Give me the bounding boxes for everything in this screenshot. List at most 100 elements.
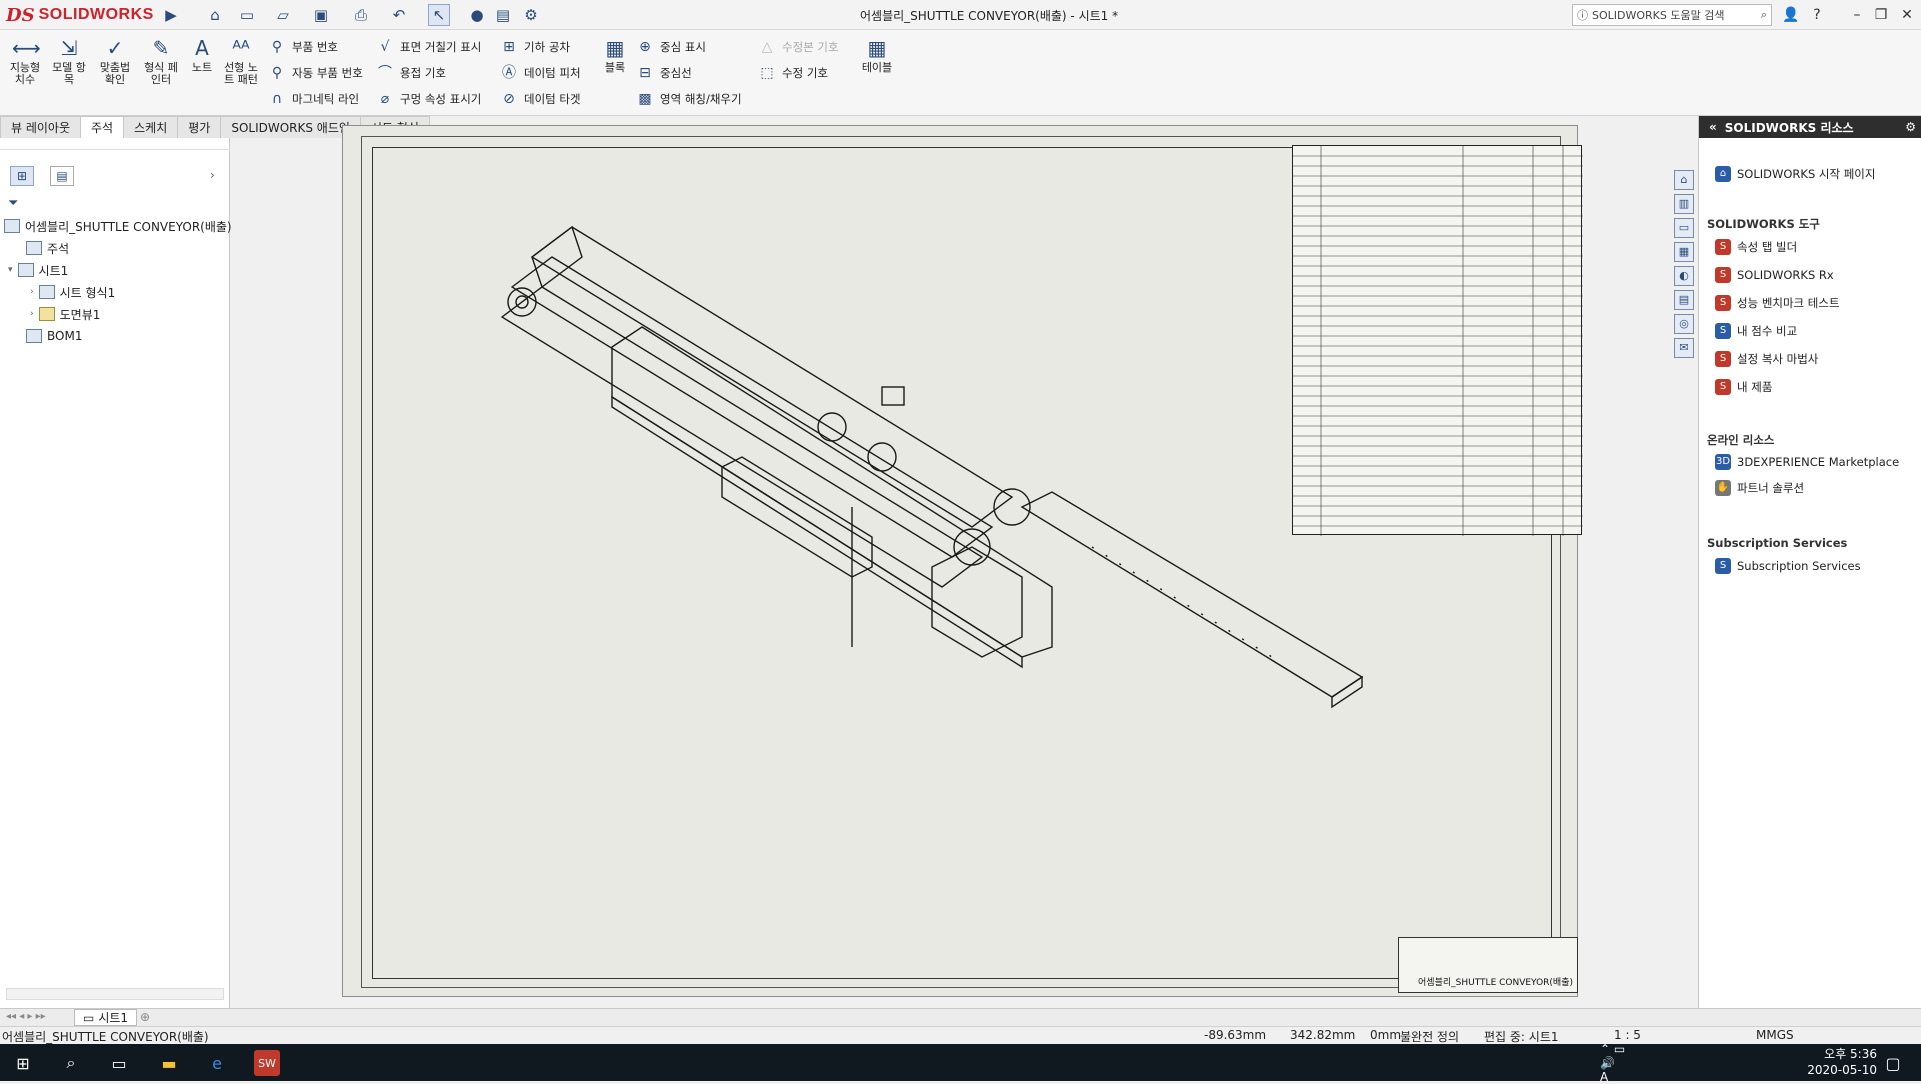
save-icon[interactable]: ▣ [310,4,332,26]
spell-check-button[interactable]: ✓ 맞춤법 확인 [94,34,136,106]
task-view-icon[interactable]: ▭ [106,1050,132,1076]
link-3dexperience-marketplace[interactable]: 3D 3DEXPERIENCE Marketplace [1715,452,1899,472]
weld-symbol-button[interactable]: ⌒ 용접 기호 [376,62,446,84]
tool-compare-score[interactable]: S 내 점수 비교 [1715,321,1797,341]
link-partner-solutions[interactable]: ✋ 파트너 솔루션 [1715,478,1804,498]
status-units[interactable]: MMGS [1756,1028,1794,1042]
chevron-right-icon[interactable]: › [210,168,215,182]
file-properties-icon[interactable]: ▤ [492,4,514,26]
tool-copy-settings[interactable]: S 설정 복사 마법사 [1715,349,1818,369]
windows-start-icon[interactable]: ⊞ [10,1050,36,1076]
tree-item-sheet-format[interactable]: › 시트 형식1 [30,282,115,302]
sheet-nav-arrows[interactable]: ◂◂ ◂ ▸ ▸▸ [6,1011,46,1022]
block-button[interactable]: ▦ 블록 [598,34,632,106]
minimize-icon[interactable]: – [1846,4,1868,26]
tab-addins[interactable]: SOLIDWORKS 애드인 [220,116,361,138]
select-icon[interactable]: ↖ [428,4,450,26]
internet-explorer-icon[interactable]: e [204,1050,230,1076]
solidworks-logo[interactable]: DS SOLIDWORKS [6,3,156,27]
pane-options-icon[interactable]: ⚙ [1905,120,1916,134]
close-icon[interactable]: ✕ [1896,4,1918,26]
smart-dimension-button[interactable]: ⟷ 지능형 치수 [4,34,46,106]
feature-manager-tab-icon[interactable]: ⊞ [10,166,34,186]
solidworks-forum-icon[interactable]: ◎ [1674,314,1694,334]
open-file-icon[interactable]: ▱ [272,4,294,26]
collapse-icon[interactable]: ▾ [8,265,13,275]
collapse-pane-icon[interactable]: « [1709,120,1717,134]
tree-item-sheet[interactable]: ▾ 시트1 [8,260,68,280]
datum-feature-button[interactable]: Ⓐ 데이텀 피처 [500,62,581,84]
tab-sketch[interactable]: 스케치 [123,116,179,138]
expand-icon[interactable]: › [30,309,34,319]
online-section-header[interactable]: 온라인 리소스 [1707,432,1774,448]
start-page-link[interactable]: ⌂ SOLIDWORKS 시작 페이지 [1715,164,1875,184]
link-subscription-services[interactable]: S Subscription Services [1715,556,1861,576]
title-block[interactable]: 어셈블리_SHUTTLE CONVEYOR(배출) [1398,937,1578,993]
tab-annotation[interactable]: 주석 [80,116,125,138]
file-explorer-icon[interactable]: ▭ [1674,218,1694,238]
horizontal-scrollbar[interactable] [6,988,224,1000]
view-palette-icon[interactable]: ▦ [1674,242,1694,262]
geometric-tolerance-button[interactable]: ⊞ 기하 공차 [500,36,570,58]
note-button[interactable]: A 노트 [184,34,220,106]
rebuild-icon[interactable]: ● [466,4,488,26]
property-manager-tab-icon[interactable]: ▤ [50,166,74,186]
datum-target-button[interactable]: ⊘ 데이텀 타겟 [500,88,580,110]
search-icon[interactable]: ⌕ [1761,8,1767,22]
auto-balloon-button[interactable]: ⚲ 자동 부품 번호 [268,62,363,84]
new-document-icon[interactable]: ▭ [236,4,258,26]
file-explorer-icon[interactable]: ▬ [156,1050,182,1076]
tree-item-drawing-view[interactable]: › 도면뷰1 [30,304,100,324]
table-button[interactable]: ▦ 테이블 [856,34,898,106]
tool-my-products[interactable]: S 내 제품 [1715,377,1772,397]
magnetic-line-button[interactable]: ∩ 마그네틱 라인 [268,88,359,110]
design-library-icon[interactable]: ▥ [1674,194,1694,214]
center-mark-button[interactable]: ⊕ 중심 표시 [636,36,706,58]
subscription-section-header[interactable]: Subscription Services [1707,536,1847,550]
restore-icon[interactable]: ❐ [1870,4,1892,26]
sheet-tab[interactable]: ▭ 시트1 [74,1009,138,1026]
undo-icon[interactable]: ↶ [388,4,410,26]
custom-properties-icon[interactable]: ▤ [1674,290,1694,310]
tree-item-bom[interactable]: BOM1 [26,326,82,346]
status-scale[interactable]: 1 : 5 [1614,1028,1641,1042]
area-hatch-button[interactable]: ▩ 영역 해칭/채우기 [636,88,741,110]
format-painter-button[interactable]: ✎ 형식 페 인터 [140,34,182,106]
help-search-input[interactable]: ⓘ SOLIDWORKS 도움말 검색 ⌕ [1572,4,1772,26]
search-icon[interactable]: ⌕ [58,1050,84,1076]
hole-callout-button[interactable]: ⌀ 구멍 속성 표시기 [376,88,482,110]
panel-splitter[interactable] [0,138,230,150]
centerline-button[interactable]: ⊟ 중심선 [636,62,692,84]
model-items-button[interactable]: ⇲ 모델 항 목 [48,34,90,106]
drawing-canvas[interactable]: 어셈블리_SHUTTLE CONVEYOR(배출) [342,125,1583,997]
expand-icon[interactable]: › [30,287,34,297]
tab-view-layout[interactable]: 뷰 레이아웃 [0,116,82,138]
tree-root[interactable]: 어셈블리_SHUTTLE CONVEYOR(배출) [4,216,232,236]
comments-icon[interactable]: ✉ [1674,338,1694,358]
resources-home-icon[interactable]: ⌂ [1674,170,1694,190]
revision-cloud-button[interactable]: ⬚ 수정 기호 [758,62,828,84]
balloon-button[interactable]: ⚲ 부품 번호 [268,36,338,58]
linear-note-pattern-button[interactable]: ᴬᴬ 선형 노 트 패턴 [220,34,262,106]
add-sheet-icon[interactable]: ⊕ [140,1010,150,1024]
solidworks-taskbar-icon[interactable]: SW [254,1050,280,1076]
options-gear-icon[interactable]: ⚙ [520,4,542,26]
tool-solidworks-rx[interactable]: S SOLIDWORKS Rx [1715,265,1834,285]
tool-property-tab-builder[interactable]: S 속성 탭 빌더 [1715,237,1797,257]
taskbar-clock[interactable]: 오후 5:36 2020-05-10 [1807,1046,1877,1078]
tab-evaluate[interactable]: 평가 [177,116,222,138]
tree-item-annotations[interactable]: 주석 [26,238,69,258]
help-question-icon[interactable]: ? [1806,4,1828,26]
menu-expand-icon[interactable]: ▶ [160,4,182,26]
tools-section-header[interactable]: SOLIDWORKS 도구 [1707,216,1820,232]
tool-benchmark[interactable]: S 성능 벤치마크 테스트 [1715,293,1840,313]
user-icon[interactable]: 👤 [1780,4,1802,26]
revision-symbol-button[interactable]: △ 수정본 기호 [758,36,839,58]
notification-icon[interactable]: ▢ [1880,1050,1906,1076]
filter-icon[interactable]: ⏷ [8,196,18,211]
appearances-icon[interactable]: ◐ [1674,266,1694,286]
print-icon[interactable]: ⎙ [350,4,372,26]
system-tray-icons[interactable]: ⌃ ▭ 🔊 A [1600,1042,1626,1084]
home-icon[interactable]: ⌂ [204,4,226,26]
surface-finish-button[interactable]: √ 표면 거칠기 표시 [376,36,482,58]
